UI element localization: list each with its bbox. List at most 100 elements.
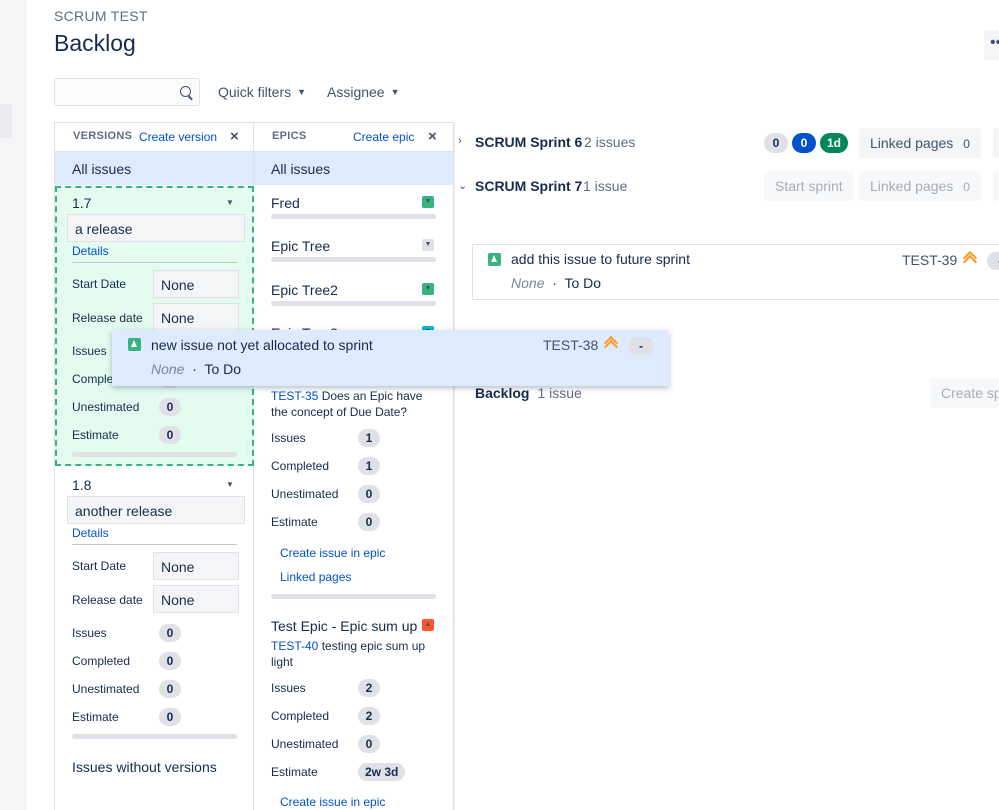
divider <box>72 544 237 545</box>
unestimated-count: 0 <box>358 485 380 503</box>
version-details-link[interactable]: Details <box>72 244 109 258</box>
sprint-actions-button[interactable] <box>993 128 999 158</box>
in-progress-estimate-badge: 0 <box>792 133 816 153</box>
done-estimate-badge: 1d <box>820 133 849 153</box>
issues-count: 1 <box>358 429 380 447</box>
completed-count: 0 <box>159 652 181 670</box>
version-name[interactable]: 1.8 <box>72 477 91 493</box>
chevron-down-icon[interactable]: ▼ <box>226 198 234 207</box>
versions-panel: VERSIONS Create version × All issues 1.7… <box>54 122 254 810</box>
epic-collapse-icon[interactable]: ▲ <box>422 619 434 631</box>
version-name[interactable]: 1.7 <box>72 195 91 211</box>
estimate-value: 2w 3d <box>358 763 406 781</box>
issues-label: Issues <box>271 431 306 445</box>
chevron-down-icon[interactable]: ▼ <box>226 480 234 489</box>
more-actions-button[interactable]: ••• <box>984 30 999 60</box>
completed-count: 2 <box>358 707 380 725</box>
chevron-down-icon[interactable]: ⌄ <box>458 179 467 192</box>
sprint-issue-count: 1 issue <box>583 178 628 194</box>
close-epics-icon[interactable]: × <box>428 128 437 145</box>
estimate-value: 0 <box>159 708 181 726</box>
unestimated-count: 0 <box>358 735 380 753</box>
chevron-right-icon[interactable]: › <box>458 135 462 147</box>
epic-name[interactable]: Fred <box>271 195 300 211</box>
close-versions-icon[interactable]: × <box>230 128 239 145</box>
linked-pages-link[interactable]: Linked pages <box>280 570 351 584</box>
create-issue-in-epic-link[interactable]: Create issue in epic <box>280 546 385 560</box>
issue-status: To Do <box>564 275 602 291</box>
linked-pages-count: 0 <box>963 180 970 194</box>
dragged-issue-card[interactable]: new issue not yet allocated to sprint No… <box>112 330 669 386</box>
issue-key-link[interactable]: TEST-35 <box>271 389 318 403</box>
issue-key[interactable]: TEST-39 <box>902 252 957 268</box>
version-description[interactable]: a release <box>67 214 245 242</box>
start-date-field[interactable]: None <box>153 270 239 298</box>
divider <box>72 452 237 457</box>
issue-summary[interactable]: new issue not yet allocated to sprint <box>151 337 373 353</box>
chevron-down-icon: ▼ <box>390 87 400 97</box>
create-issue-in-epic-link[interactable]: Create issue in epic <box>280 795 385 809</box>
estimate-label: Estimate <box>271 515 318 529</box>
epics-header: EPICS Create epic × <box>254 122 453 152</box>
sprint-name[interactable]: SCRUM Sprint 7 <box>475 178 582 194</box>
issue-key[interactable]: TEST-38 <box>543 337 598 353</box>
epic-expand-icon[interactable]: ▼ <box>422 283 434 295</box>
backlog-issue-count: 1 issue <box>537 385 582 401</box>
quick-filters-dropdown[interactable]: Quick filters ▼ <box>218 84 306 100</box>
release-date-field[interactable]: None <box>153 585 239 613</box>
project-name[interactable]: SCRUM TEST <box>54 8 148 24</box>
issue-estimate: - <box>987 252 999 270</box>
left-rail <box>0 0 26 810</box>
sprint-issue-count: 2 issues <box>584 134 636 150</box>
linked-pages-button[interactable]: Linked pages 0 <box>859 128 981 158</box>
left-rail-selected[interactable] <box>0 104 12 138</box>
create-sprint-button[interactable]: Create sprint <box>930 378 999 408</box>
epic-name[interactable]: Epic Tree <box>271 238 330 254</box>
divider <box>271 257 436 262</box>
search-input[interactable] <box>55 79 173 105</box>
epic-expand-icon[interactable]: ▼ <box>422 196 434 208</box>
unestimated-label: Unestimated <box>271 737 339 751</box>
epic-description: TEST-40 testing epic sum up light <box>271 638 441 670</box>
release-date-field[interactable]: None <box>153 303 239 331</box>
create-version-link[interactable]: Create version <box>139 130 217 144</box>
linked-pages-label: Linked pages <box>870 178 954 194</box>
assignee-dropdown[interactable]: Assignee ▼ <box>327 84 400 100</box>
start-date-label: Start Date <box>72 559 127 573</box>
column-separator <box>454 122 455 810</box>
epics-panel: EPICS Create epic × All issues Fred ▼ Ep… <box>254 122 454 810</box>
epic-name[interactable]: Test Epic - Epic sum up <box>271 618 417 634</box>
start-date-field[interactable]: None <box>153 552 239 580</box>
issue-version: None <box>511 275 545 291</box>
sprint-name[interactable]: SCRUM Sprint 6 <box>475 134 582 150</box>
issue-key-link[interactable]: TEST-40 <box>271 639 318 653</box>
epics-heading: EPICS <box>272 130 307 142</box>
issues-without-versions[interactable]: Issues without versions <box>72 759 217 775</box>
divider <box>271 214 436 219</box>
epic-name[interactable]: Epic Tree2 <box>271 282 338 298</box>
estimate-label: Estimate <box>271 765 318 779</box>
completed-count: 1 <box>358 457 380 475</box>
quick-filters-label: Quick filters <box>218 84 292 100</box>
issues-count: 2 <box>358 679 380 697</box>
epics-all-issues[interactable]: All issues <box>254 152 453 185</box>
versions-heading: VERSIONS <box>73 130 133 142</box>
issues-count: 0 <box>159 624 181 642</box>
issue-row[interactable]: add this issue to future sprint None · T… <box>472 244 999 300</box>
sprint-actions-button[interactable] <box>993 171 999 201</box>
completed-label: Completed <box>271 459 330 473</box>
linked-pages-label: Linked pages <box>870 135 954 151</box>
divider <box>271 301 436 306</box>
unestimated-count: 0 <box>159 680 181 698</box>
linked-pages-button[interactable]: Linked pages 0 <box>859 171 981 201</box>
epic-expand-icon[interactable]: ▼ <box>422 239 434 251</box>
backlog-header[interactable]: Backlog 1 issue <box>475 385 582 401</box>
version-details-link[interactable]: Details <box>72 526 109 540</box>
start-sprint-button[interactable]: Start sprint <box>764 171 854 201</box>
version-description[interactable]: another release <box>67 496 245 524</box>
issue-version: None <box>151 361 185 377</box>
versions-all-issues[interactable]: All issues <box>55 152 253 185</box>
search-box[interactable] <box>54 78 200 106</box>
create-epic-link[interactable]: Create epic <box>353 130 414 144</box>
issue-summary[interactable]: add this issue to future sprint <box>511 251 690 267</box>
